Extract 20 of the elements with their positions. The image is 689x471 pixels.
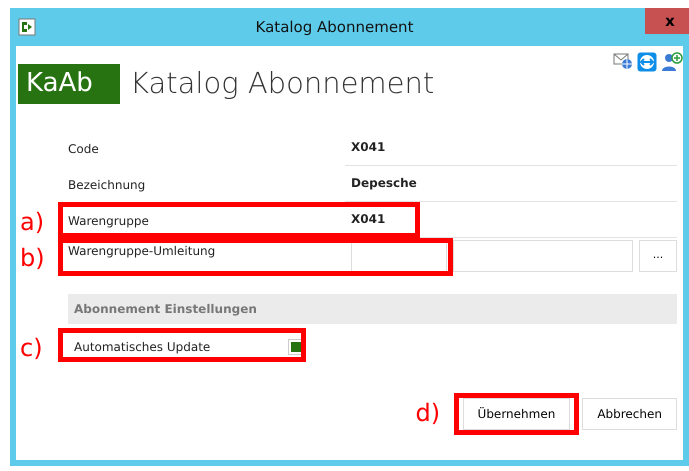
field-label: Bezeichnung [68, 176, 146, 194]
apply-button[interactable]: Übernehmen [462, 398, 570, 430]
annotation-label: a) [20, 210, 44, 234]
page-title: Katalog Abonnement [130, 65, 434, 102]
field-label: Warengruppe-Umleitung [68, 242, 216, 260]
browse-button[interactable]: ... [639, 240, 677, 272]
cancel-button[interactable]: Abbrechen [582, 398, 677, 430]
field-value: X041 [345, 130, 677, 166]
window-title: Katalog Abonnement [254, 16, 414, 38]
field-value: Depesche [345, 166, 677, 202]
option-label: Automatisches Update [74, 338, 212, 356]
annotation-label: b) [20, 246, 45, 270]
annotation-label: d) [416, 400, 440, 424]
field-label: Warengruppe [68, 212, 150, 230]
logo-badge: KaAb [18, 64, 120, 104]
field-label: Code [68, 140, 100, 158]
annotation-label: c) [20, 336, 43, 360]
section-header: Abonnement Einstellungen [68, 294, 677, 324]
close-button[interactable]: x [645, 8, 689, 34]
field-value: X041 [345, 202, 677, 238]
